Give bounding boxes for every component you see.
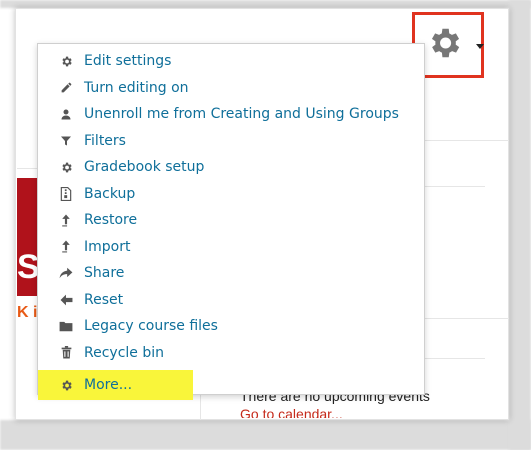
- gear-icon: [58, 159, 74, 175]
- menu-item-label: Restore: [84, 212, 138, 229]
- share-icon: [58, 265, 74, 281]
- menu-item-share[interactable]: Share: [38, 260, 424, 287]
- menu-item-reset[interactable]: Reset: [38, 287, 424, 314]
- upload-icon: [58, 212, 74, 228]
- pencil-icon: [58, 80, 74, 96]
- menu-item-label: More...: [84, 377, 133, 393]
- divider: [425, 358, 485, 359]
- blurred-background-top: [0, 0, 531, 8]
- menu-item-label: Edit settings: [84, 53, 172, 70]
- menu-item-legacy-course-files[interactable]: Legacy course files: [38, 313, 424, 340]
- menu-item-label: Backup: [84, 185, 136, 202]
- menu-item-import[interactable]: Import: [38, 234, 424, 261]
- menu-item-backup[interactable]: Backup: [38, 181, 424, 208]
- menu-item-label: Unenroll me from Creating and Using Grou…: [84, 106, 399, 123]
- gear-icon: [58, 377, 74, 393]
- divider: [200, 395, 201, 420]
- menu-item-gradebook-setup[interactable]: Gradebook setup: [38, 154, 424, 181]
- menu-item-label: Recycle bin: [84, 344, 164, 361]
- menu-item-label: Filters: [84, 132, 126, 149]
- menu-item-label: Gradebook setup: [84, 159, 205, 176]
- folder-icon: [58, 318, 74, 334]
- course-logo-subtext: K i: [17, 304, 38, 321]
- filter-icon: [58, 133, 74, 149]
- blurred-background-right: [509, 0, 531, 450]
- trash-icon: [58, 345, 74, 361]
- user-icon: [58, 106, 74, 122]
- menu-item-edit-settings[interactable]: Edit settings: [38, 48, 424, 75]
- upload-icon: [58, 239, 74, 255]
- menu-item-label: Legacy course files: [84, 318, 218, 335]
- blurred-background-bottom: [0, 420, 531, 450]
- divider: [425, 186, 485, 187]
- arrow-left-icon: [58, 292, 74, 308]
- menu-item-label: Import: [84, 238, 131, 255]
- menu-item-turn-editing-on[interactable]: Turn editing on: [38, 75, 424, 102]
- divider: [425, 318, 509, 319]
- file-archive-icon: [58, 186, 74, 202]
- divider: [425, 140, 509, 141]
- menu-item-label: Reset: [84, 291, 124, 308]
- menu-item-restore[interactable]: Restore: [38, 207, 424, 234]
- menu-item-more[interactable]: More...: [38, 370, 193, 400]
- course-admin-dropdown-menu: Edit settings Turn editing on Unenroll m…: [37, 43, 425, 400]
- menu-item-label: Share: [84, 265, 125, 282]
- menu-item-label: Turn editing on: [84, 79, 189, 96]
- menu-item-unenroll[interactable]: Unenroll me from Creating and Using Grou…: [38, 101, 424, 128]
- menu-item-recycle-bin[interactable]: Recycle bin: [38, 340, 424, 367]
- chevron-down-icon[interactable]: [476, 44, 484, 49]
- divider: [17, 168, 39, 169]
- menu-item-filters[interactable]: Filters: [38, 128, 424, 155]
- gear-icon: [425, 24, 463, 66]
- go-to-calendar-link[interactable]: Go to calendar...: [240, 406, 343, 418]
- gear-icon: [58, 53, 74, 69]
